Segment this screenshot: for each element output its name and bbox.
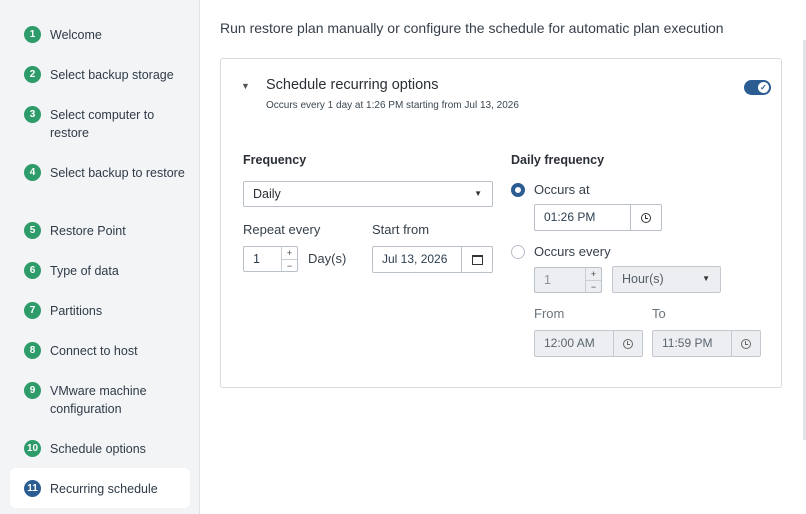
start-date-value[interactable]: Jul 13, 2026 xyxy=(382,247,447,272)
occurs-at-label[interactable]: Occurs at xyxy=(534,182,590,197)
step-label: Partitions xyxy=(50,304,103,318)
occurs-every-radio[interactable] xyxy=(511,245,525,259)
increment-button[interactable]: + xyxy=(282,247,297,259)
daily-frequency-heading: Daily frequency xyxy=(511,153,605,167)
step-number: 7 xyxy=(24,302,41,319)
decrement-button[interactable]: − xyxy=(586,280,601,292)
step-number: 6 xyxy=(24,262,41,279)
step-label: Select backup to restore xyxy=(50,166,185,180)
start-date-field[interactable]: Jul 13, 2026 xyxy=(372,246,493,273)
time-picker-button[interactable] xyxy=(630,205,661,230)
occurs-every-unit-select[interactable]: Hour(s) ▼ xyxy=(612,266,721,293)
chevron-down-icon: ▼ xyxy=(702,274,710,283)
collapse-caret-icon[interactable]: ▼ xyxy=(241,81,250,91)
step-label: Select computer to restore xyxy=(50,108,155,140)
check-icon: ✓ xyxy=(758,82,769,93)
step-number: 10 xyxy=(24,440,41,457)
calendar-button[interactable] xyxy=(461,247,492,272)
step-recurring-schedule[interactable]: 11 Recurring schedule xyxy=(10,468,190,508)
from-time-value[interactable]: 12:00 AM xyxy=(544,331,595,356)
repeat-every-stepper[interactable]: 1 + − xyxy=(243,246,298,272)
from-time-field[interactable]: 12:00 AM xyxy=(534,330,643,357)
step-number: 5 xyxy=(24,222,41,239)
frequency-value: Daily xyxy=(253,187,281,201)
step-number: 9 xyxy=(24,382,41,399)
step-label: Schedule options xyxy=(50,442,146,456)
occurs-at-radio[interactable] xyxy=(511,183,525,197)
repeat-every-label: Repeat every xyxy=(243,222,321,237)
clock-icon xyxy=(623,339,633,349)
occurs-every-value[interactable]: 1 xyxy=(544,268,551,292)
card-title[interactable]: Schedule recurring options xyxy=(266,77,439,93)
step-label: VMware machine configuration xyxy=(50,384,147,416)
increment-button[interactable]: + xyxy=(586,268,601,280)
step-label: Select backup storage xyxy=(50,68,174,82)
step-number: 3 xyxy=(24,106,41,123)
frequency-select[interactable]: Daily ▼ xyxy=(243,181,493,207)
start-from-label: Start from xyxy=(372,222,430,237)
to-label: To xyxy=(652,306,666,321)
clock-icon xyxy=(641,213,651,223)
step-label: Recurring schedule xyxy=(50,482,158,496)
occurs-every-label[interactable]: Occurs every xyxy=(534,244,611,259)
step-number: 1 xyxy=(24,26,41,43)
to-time-field[interactable]: 11:59 PM xyxy=(652,330,761,357)
occurs-at-time-field[interactable]: 01:26 PM xyxy=(534,204,662,231)
repeat-every-value[interactable]: 1 xyxy=(253,247,260,271)
step-label: Restore Point xyxy=(50,224,126,238)
from-label: From xyxy=(534,306,565,321)
chevron-down-icon: ▼ xyxy=(474,189,482,198)
frequency-heading: Frequency xyxy=(243,153,307,167)
repeat-unit-label: Day(s) xyxy=(308,251,347,266)
to-time-value[interactable]: 11:59 PM xyxy=(662,331,712,356)
step-label: Connect to host xyxy=(50,344,138,358)
schedule-card: ▼ Schedule recurring options Occurs ever… xyxy=(220,58,782,388)
clock-icon xyxy=(741,339,751,349)
time-picker-button[interactable] xyxy=(613,331,642,356)
decrement-button[interactable]: − xyxy=(282,259,297,271)
step-number: 4 xyxy=(24,164,41,181)
step-label: Welcome xyxy=(50,28,102,42)
schedule-summary: Occurs every 1 day at 1:26 PM starting f… xyxy=(266,100,519,111)
step-number: 11 xyxy=(24,480,41,497)
occurs-at-time-value[interactable]: 01:26 PM xyxy=(544,205,595,230)
step-number: 8 xyxy=(24,342,41,359)
occurs-every-unit-value: Hour(s) xyxy=(622,272,664,286)
page-intro: Run restore plan manually or configure t… xyxy=(220,20,724,36)
step-number: 2 xyxy=(24,66,41,83)
step-label: Type of data xyxy=(50,264,119,278)
wizard-sidebar: 1 Welcome 2 Select backup storage 3 Sele… xyxy=(0,0,200,514)
time-picker-button[interactable] xyxy=(731,331,760,356)
schedule-toggle[interactable]: ✓ xyxy=(744,80,771,95)
calendar-icon xyxy=(471,255,483,265)
occurs-every-stepper[interactable]: 1 + − xyxy=(534,267,602,293)
